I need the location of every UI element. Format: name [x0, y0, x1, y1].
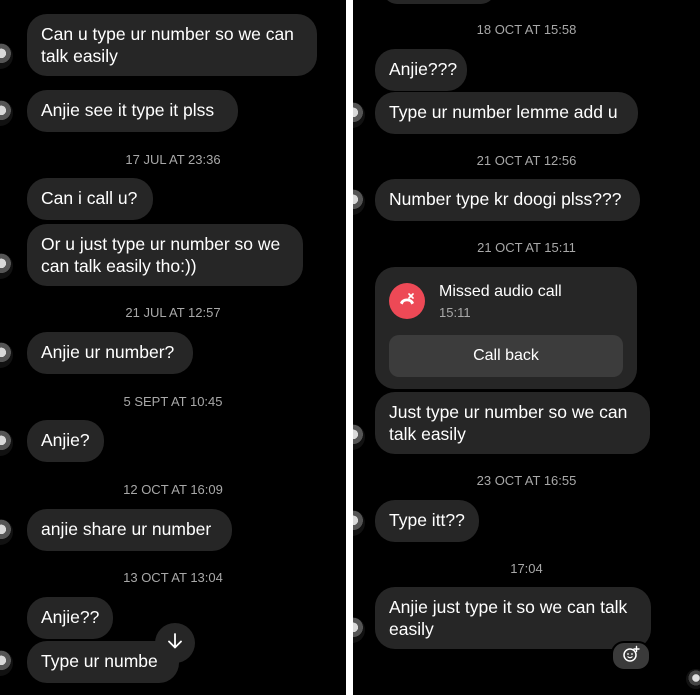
message-bubble[interactable]: Anjie ur number?	[27, 332, 193, 374]
message-bubble[interactable]: Can u type ur number so we can talk easi…	[27, 14, 317, 76]
phone-missed-icon	[389, 283, 425, 319]
message-bubble[interactable]: Type itt??	[375, 500, 479, 542]
contact-avatar[interactable]	[0, 519, 13, 545]
message-bubble[interactable]: Anjie???	[375, 49, 467, 91]
contact-avatar[interactable]	[353, 424, 365, 450]
message-bubble[interactable]: anjie share ur number	[27, 509, 232, 551]
call-back-button[interactable]: Call back	[389, 335, 623, 377]
missed-call-card: Missed audio call 15:11 Call back	[375, 267, 637, 389]
timestamp: 13 OCT AT 13:04	[123, 570, 223, 585]
message-bubble[interactable]: Anjie see it type it plss	[27, 90, 238, 132]
message-bubble[interactable]: Anjie?	[27, 420, 104, 462]
message-bubble-partial	[383, 0, 495, 4]
contact-avatar[interactable]	[353, 510, 365, 536]
missed-call-time: 15:11	[439, 305, 471, 320]
timestamp: 17 JUL AT 23:36	[125, 152, 221, 167]
right-chat-panel: 18 OCT AT 15:58 Anjie??? Type ur number …	[353, 0, 700, 695]
contact-avatar[interactable]	[0, 253, 13, 279]
message-bubble[interactable]: Anjie??	[27, 597, 113, 639]
profile-corner-icon	[686, 669, 700, 689]
contact-avatar[interactable]	[353, 617, 365, 643]
message-bubble[interactable]: Number type kr doogi plss???	[375, 179, 640, 221]
timestamp: 17:04	[510, 561, 543, 576]
message-bubble[interactable]: Just type ur number so we can talk easil…	[375, 392, 650, 454]
missed-call-title: Missed audio call	[439, 283, 562, 300]
message-bubble[interactable]: Anjie just type it so we can talk easily	[375, 587, 651, 649]
left-chat-panel: Can u type ur number so we can talk easi…	[0, 0, 346, 695]
message-bubble[interactable]: Type ur number lemme add u	[375, 92, 638, 134]
contact-avatar[interactable]	[0, 43, 13, 69]
contact-avatar[interactable]	[353, 102, 365, 128]
contact-avatar[interactable]	[353, 189, 365, 215]
timestamp: 21 JUL AT 12:57	[125, 305, 221, 320]
contact-avatar[interactable]	[0, 100, 13, 126]
timestamp: 5 SEPT AT 10:45	[123, 394, 223, 409]
timestamp: 18 OCT AT 15:58	[476, 22, 577, 37]
timestamp: 21 OCT AT 15:11	[477, 240, 576, 255]
scroll-to-bottom-button[interactable]	[155, 623, 195, 663]
message-bubble[interactable]: Can i call u?	[27, 178, 153, 220]
contact-avatar[interactable]	[0, 430, 13, 456]
timestamp: 23 OCT AT 16:55	[476, 473, 577, 488]
add-reaction-icon	[622, 645, 640, 668]
timestamp: 12 OCT AT 16:09	[123, 482, 223, 497]
contact-avatar[interactable]	[0, 650, 13, 676]
add-reaction-button[interactable]	[611, 641, 651, 671]
timestamp: 21 OCT AT 12:56	[476, 153, 577, 168]
contact-avatar[interactable]	[0, 342, 13, 368]
arrow-down-icon	[166, 632, 184, 655]
message-bubble[interactable]: Or u just type ur number so we can talk …	[27, 224, 303, 286]
